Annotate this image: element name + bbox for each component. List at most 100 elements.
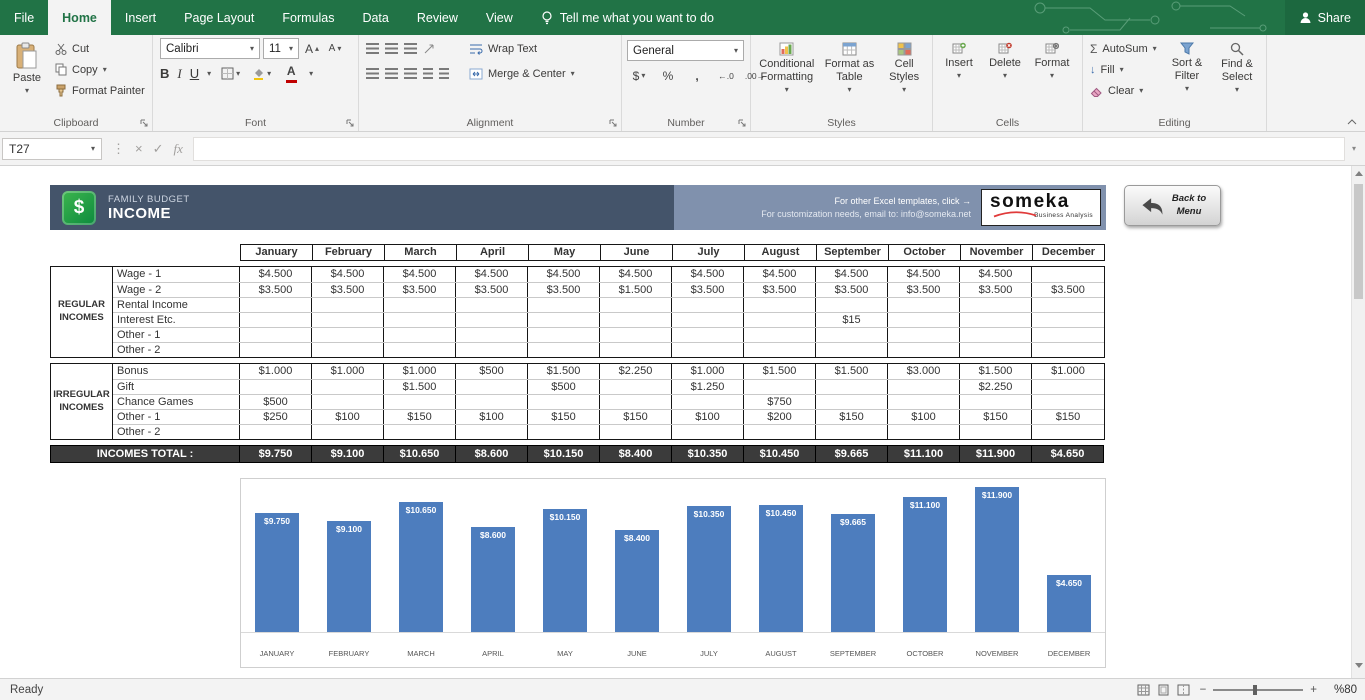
- value-cell[interactable]: $4.500: [600, 267, 672, 282]
- value-cell[interactable]: [312, 298, 384, 312]
- tab-formulas[interactable]: Formulas: [268, 0, 348, 35]
- value-cell[interactable]: [240, 380, 312, 394]
- value-cell[interactable]: $4.500: [672, 267, 744, 282]
- value-cell[interactable]: [600, 298, 672, 312]
- value-cell[interactable]: $150: [384, 410, 456, 424]
- value-cell[interactable]: [888, 328, 960, 342]
- value-cell[interactable]: [312, 313, 384, 327]
- value-cell[interactable]: $4.500: [888, 267, 960, 282]
- value-cell[interactable]: [816, 343, 888, 357]
- income-item-label[interactable]: Chance Games: [113, 395, 240, 409]
- decrease-font-size-button[interactable]: A▾: [325, 39, 345, 59]
- value-cell[interactable]: [312, 328, 384, 342]
- fill-color-button[interactable]: ▾: [250, 64, 273, 84]
- value-cell[interactable]: [456, 313, 528, 327]
- month-header-cell[interactable]: September: [816, 244, 889, 261]
- value-cell[interactable]: [744, 298, 816, 312]
- value-cell[interactable]: [528, 298, 600, 312]
- value-cell[interactable]: $1.000: [1032, 364, 1104, 379]
- value-cell[interactable]: $3.500: [888, 283, 960, 297]
- value-cell[interactable]: [528, 395, 600, 409]
- tab-home[interactable]: Home: [48, 0, 111, 35]
- month-header-cell[interactable]: December: [1032, 244, 1105, 261]
- value-cell[interactable]: $500: [456, 364, 528, 379]
- value-cell[interactable]: [600, 313, 672, 327]
- align-middle-icon[interactable]: [385, 43, 398, 54]
- total-value-cell[interactable]: $9.750: [240, 445, 312, 463]
- insert-cells-button[interactable]: Insert ▾: [936, 38, 982, 112]
- value-cell[interactable]: [960, 395, 1032, 409]
- value-cell[interactable]: [960, 425, 1032, 439]
- zoom-out-button[interactable]: −: [1200, 684, 1207, 696]
- vertical-scrollbar[interactable]: [1351, 166, 1365, 678]
- value-cell[interactable]: [672, 395, 744, 409]
- value-cell[interactable]: [384, 313, 456, 327]
- income-item-label[interactable]: Wage - 1: [113, 267, 240, 282]
- chart-bar[interactable]: $10.650: [399, 502, 443, 632]
- number-dialog-launcher[interactable]: [738, 119, 746, 127]
- value-cell[interactable]: [456, 380, 528, 394]
- sort-filter-button[interactable]: Sort & Filter ▾: [1162, 38, 1212, 112]
- font-name-select[interactable]: Calibri ▾: [160, 38, 260, 59]
- total-value-cell[interactable]: $10.650: [384, 445, 456, 463]
- value-cell[interactable]: $1.250: [672, 380, 744, 394]
- total-value-cell[interactable]: $9.100: [312, 445, 384, 463]
- page-break-view-button[interactable]: [1177, 684, 1190, 696]
- value-cell[interactable]: $1.000: [672, 364, 744, 379]
- value-cell[interactable]: $200: [744, 410, 816, 424]
- value-cell[interactable]: [744, 313, 816, 327]
- value-cell[interactable]: [600, 395, 672, 409]
- tab-file[interactable]: File: [0, 0, 48, 35]
- tab-data[interactable]: Data: [348, 0, 402, 35]
- chart-bar[interactable]: $8.600: [471, 527, 515, 632]
- find-select-button[interactable]: Find & Select ▾: [1212, 38, 1262, 112]
- value-cell[interactable]: $1.500: [816, 364, 888, 379]
- align-bottom-icon[interactable]: [404, 43, 417, 54]
- value-cell[interactable]: $3.500: [240, 283, 312, 297]
- value-cell[interactable]: [312, 425, 384, 439]
- value-cell[interactable]: $2.250: [600, 364, 672, 379]
- value-cell[interactable]: $2.250: [960, 380, 1032, 394]
- value-cell[interactable]: [384, 425, 456, 439]
- value-cell[interactable]: [744, 343, 816, 357]
- total-value-cell[interactable]: $10.350: [672, 445, 744, 463]
- value-cell[interactable]: $100: [888, 410, 960, 424]
- value-cell[interactable]: $3.000: [888, 364, 960, 379]
- orientation-icon[interactable]: [423, 43, 435, 55]
- worksheet[interactable]: $ FAMILY BUDGET INCOME For other Excel t…: [0, 166, 1365, 678]
- value-cell[interactable]: [888, 313, 960, 327]
- income-item-label[interactable]: Rental Income: [113, 298, 240, 312]
- value-cell[interactable]: $3.500: [816, 283, 888, 297]
- chart-bar[interactable]: $10.450: [759, 505, 803, 632]
- value-cell[interactable]: $4.500: [816, 267, 888, 282]
- value-cell[interactable]: [744, 328, 816, 342]
- back-to-menu-button[interactable]: Back to Menu: [1124, 185, 1221, 226]
- zoom-slider[interactable]: [1213, 689, 1303, 691]
- share-button[interactable]: Share: [1285, 0, 1365, 35]
- clear-button[interactable]: Clear ▾: [1086, 80, 1162, 101]
- chart-bar[interactable]: $8.400: [615, 530, 659, 632]
- value-cell[interactable]: [456, 395, 528, 409]
- format-as-table-button[interactable]: Format as Table ▾: [820, 38, 880, 112]
- chart-bar[interactable]: $10.350: [687, 506, 731, 632]
- value-cell[interactable]: [1032, 267, 1104, 282]
- value-cell[interactable]: [240, 343, 312, 357]
- value-cell[interactable]: [240, 298, 312, 312]
- scroll-down-arrow-icon[interactable]: [1355, 663, 1363, 668]
- value-cell[interactable]: [384, 395, 456, 409]
- value-cell[interactable]: [672, 328, 744, 342]
- value-cell[interactable]: $1.500: [528, 364, 600, 379]
- chart-bar[interactable]: $9.750: [255, 513, 299, 632]
- value-cell[interactable]: [312, 395, 384, 409]
- underline-button[interactable]: U: [190, 66, 199, 81]
- value-cell[interactable]: [600, 380, 672, 394]
- month-header-cell[interactable]: March: [384, 244, 457, 261]
- tab-insert[interactable]: Insert: [111, 0, 170, 35]
- align-top-icon[interactable]: [366, 43, 379, 54]
- value-cell[interactable]: [456, 298, 528, 312]
- format-cells-button[interactable]: Format ▾: [1028, 38, 1076, 112]
- value-cell[interactable]: $3.500: [960, 283, 1032, 297]
- value-cell[interactable]: $3.500: [384, 283, 456, 297]
- value-cell[interactable]: [384, 343, 456, 357]
- increase-font-size-button[interactable]: A▴: [302, 39, 322, 59]
